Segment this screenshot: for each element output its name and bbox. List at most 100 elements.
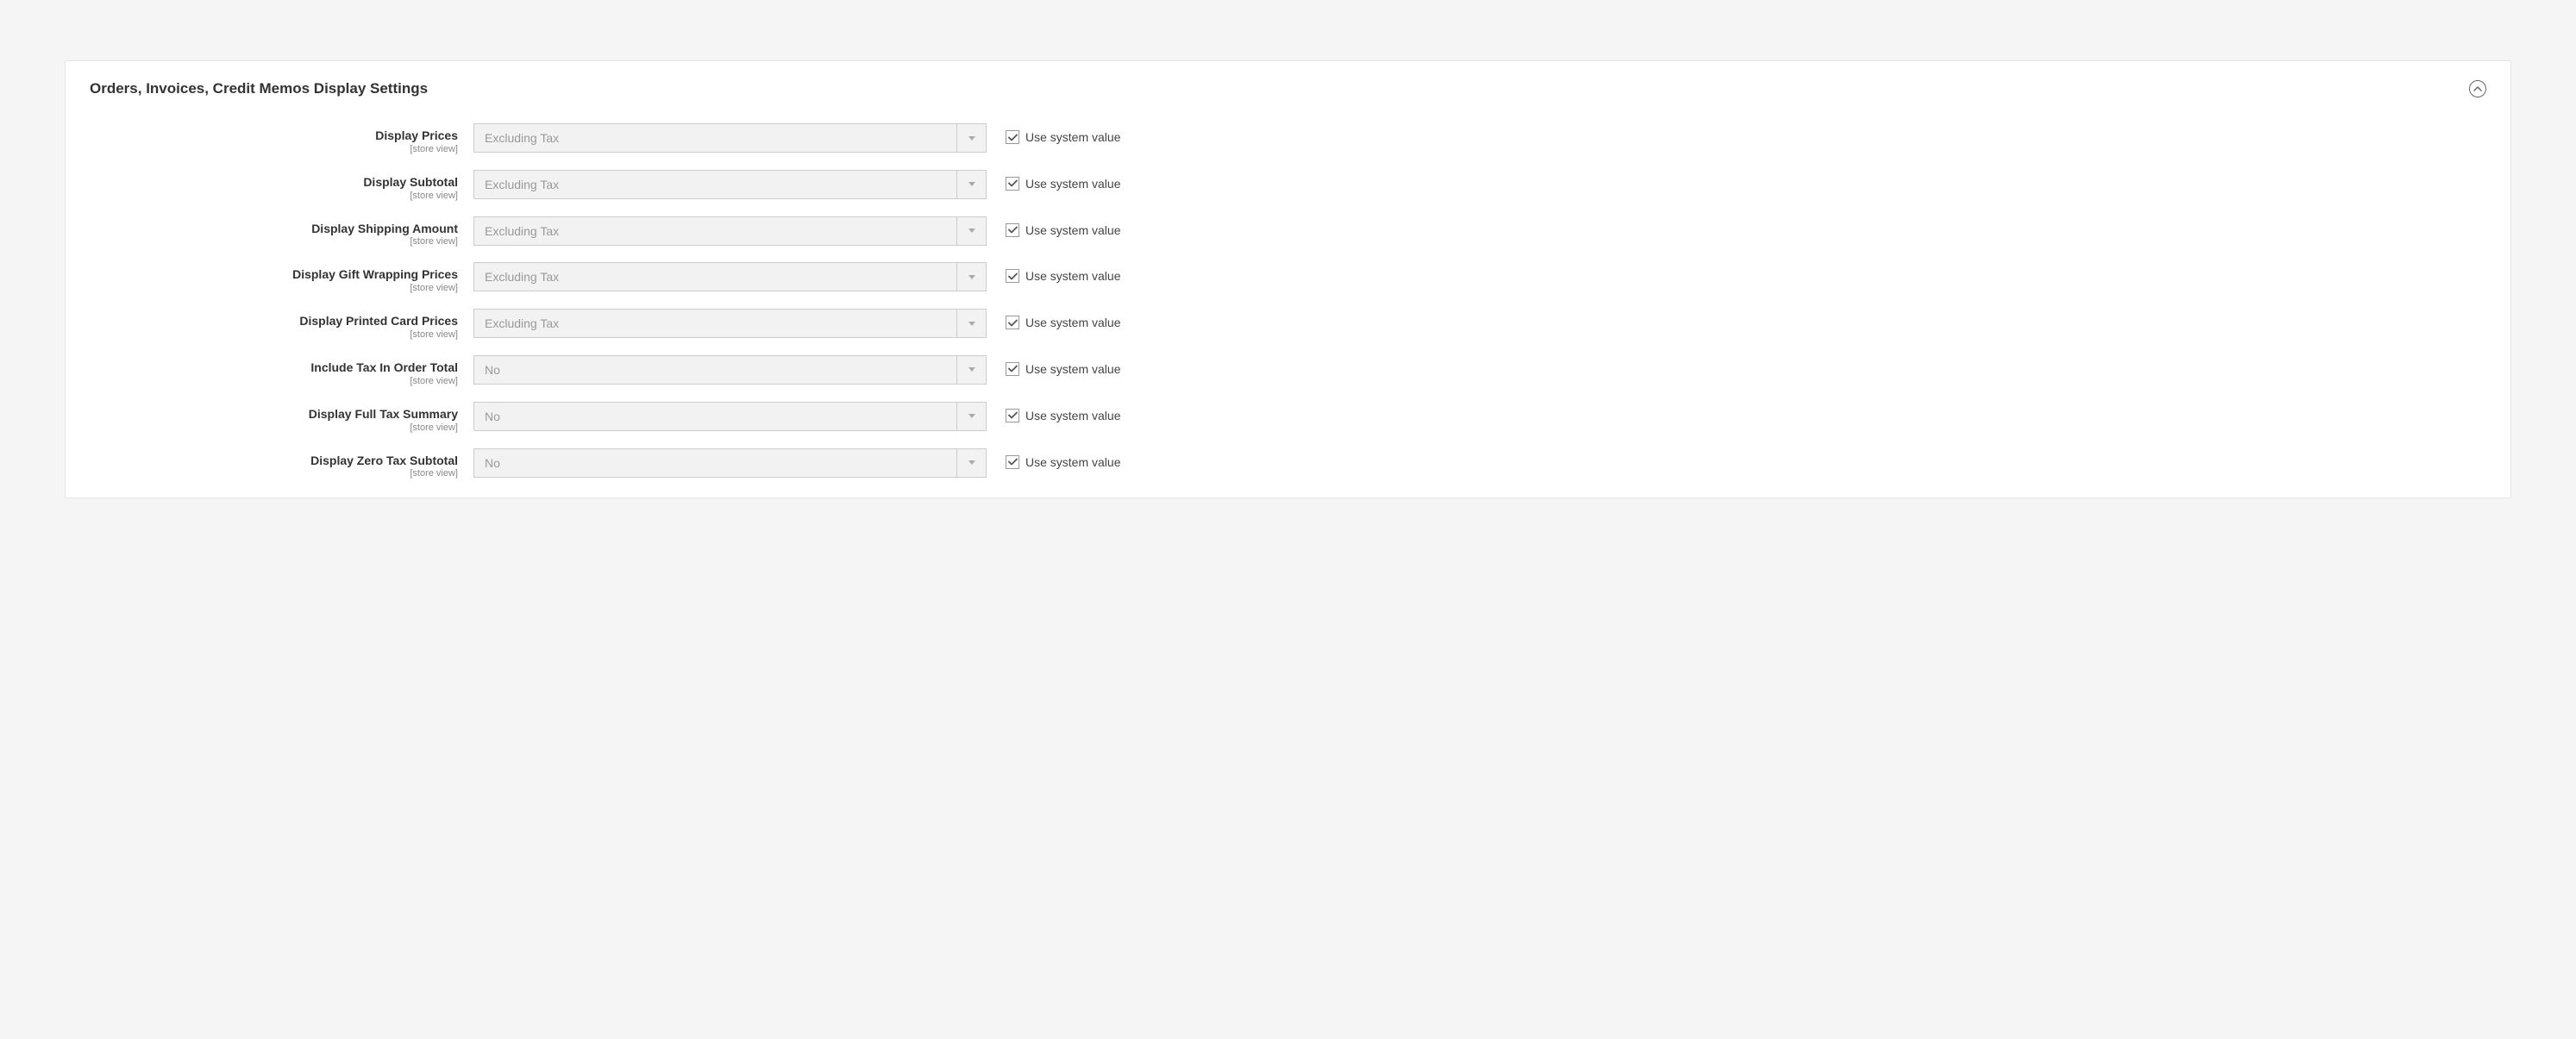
field-control-column: Excluding Tax	[473, 309, 987, 338]
check-icon	[1008, 179, 1018, 187]
select-input[interactable]: No	[473, 448, 987, 478]
use-system-value-label[interactable]: Use system value	[1025, 177, 1120, 191]
field-control-column: Excluding Tax	[473, 262, 987, 291]
use-system-value-label[interactable]: Use system value	[1025, 130, 1120, 144]
chevron-down-icon	[956, 171, 986, 198]
select-value: Excluding Tax	[474, 310, 956, 337]
field-scope-label: [store view]	[90, 191, 458, 201]
field-scope-label: [store view]	[90, 468, 458, 479]
chevron-down-icon	[956, 310, 986, 337]
use-system-value-checkbox[interactable]	[1006, 409, 1019, 422]
chevron-down-icon	[956, 403, 986, 430]
use-system-value-group: Use system value	[987, 170, 1120, 191]
field-control-column: Excluding Tax	[473, 216, 987, 246]
field-label: Display Printed Card Prices	[90, 314, 458, 329]
field-label-column: Display Full Tax Summary[store view]	[90, 402, 473, 433]
field-label: Display Subtotal	[90, 175, 458, 190]
select-input[interactable]: Excluding Tax	[473, 262, 987, 291]
use-system-value-checkbox[interactable]	[1006, 223, 1019, 237]
use-system-value-group: Use system value	[987, 216, 1120, 237]
chevron-down-icon	[956, 217, 986, 245]
select-value: No	[474, 449, 956, 477]
select-input[interactable]: No	[473, 355, 987, 385]
field-label-column: Display Shipping Amount[store view]	[90, 216, 473, 247]
collapse-toggle-button[interactable]	[2469, 80, 2486, 97]
select-value: Excluding Tax	[474, 124, 956, 152]
use-system-value-label[interactable]: Use system value	[1025, 362, 1120, 376]
chevron-down-icon	[956, 124, 986, 152]
select-input[interactable]: Excluding Tax	[473, 216, 987, 246]
use-system-value-checkbox[interactable]	[1006, 269, 1019, 283]
field-control-column: No	[473, 355, 987, 385]
field-row: Display Prices[store view]Excluding TaxU…	[90, 123, 2486, 154]
field-scope-label: [store view]	[90, 236, 458, 247]
use-system-value-checkbox[interactable]	[1006, 316, 1019, 329]
check-icon	[1008, 365, 1018, 372]
field-control-column: No	[473, 448, 987, 478]
field-scope-label: [store view]	[90, 283, 458, 293]
use-system-value-checkbox[interactable]	[1006, 177, 1019, 191]
use-system-value-group: Use system value	[987, 309, 1120, 329]
panel-title: Orders, Invoices, Credit Memos Display S…	[90, 80, 428, 97]
select-value: Excluding Tax	[474, 217, 956, 245]
field-label-column: Display Printed Card Prices[store view]	[90, 309, 473, 340]
select-input[interactable]: No	[473, 402, 987, 431]
use-system-value-checkbox[interactable]	[1006, 130, 1019, 144]
use-system-value-group: Use system value	[987, 448, 1120, 469]
select-value: No	[474, 356, 956, 384]
field-label-column: Display Subtotal[store view]	[90, 170, 473, 201]
use-system-value-group: Use system value	[987, 355, 1120, 376]
field-control-column: No	[473, 402, 987, 431]
field-label-column: Include Tax In Order Total[store view]	[90, 355, 473, 386]
chevron-down-icon	[956, 356, 986, 384]
check-icon	[1008, 226, 1018, 234]
field-row: Display Printed Card Prices[store view]E…	[90, 309, 2486, 340]
select-value: Excluding Tax	[474, 171, 956, 198]
field-scope-label: [store view]	[90, 329, 458, 340]
chevron-down-icon	[956, 263, 986, 291]
use-system-value-label[interactable]: Use system value	[1025, 223, 1120, 237]
field-control-column: Excluding Tax	[473, 123, 987, 153]
field-label: Display Prices	[90, 128, 458, 143]
select-input[interactable]: Excluding Tax	[473, 309, 987, 338]
field-row: Display Gift Wrapping Prices[store view]…	[90, 262, 2486, 293]
field-scope-label: [store view]	[90, 422, 458, 433]
check-icon	[1008, 411, 1018, 419]
chevron-up-icon	[2473, 86, 2482, 91]
field-label-column: Display Prices[store view]	[90, 123, 473, 154]
field-label-column: Display Gift Wrapping Prices[store view]	[90, 262, 473, 293]
select-value: Excluding Tax	[474, 263, 956, 291]
settings-panel: Orders, Invoices, Credit Memos Display S…	[65, 60, 2511, 498]
use-system-value-group: Use system value	[987, 402, 1120, 422]
check-icon	[1008, 319, 1018, 327]
field-label-column: Display Zero Tax Subtotal[store view]	[90, 448, 473, 479]
field-scope-label: [store view]	[90, 376, 458, 386]
use-system-value-group: Use system value	[987, 123, 1120, 144]
field-row: Display Subtotal[store view]Excluding Ta…	[90, 170, 2486, 201]
use-system-value-checkbox[interactable]	[1006, 362, 1019, 376]
field-label: Display Zero Tax Subtotal	[90, 454, 458, 468]
use-system-value-group: Use system value	[987, 262, 1120, 283]
check-icon	[1008, 134, 1018, 141]
select-value: No	[474, 403, 956, 430]
use-system-value-checkbox[interactable]	[1006, 455, 1019, 469]
use-system-value-label[interactable]: Use system value	[1025, 455, 1120, 469]
use-system-value-label[interactable]: Use system value	[1025, 269, 1120, 283]
field-control-column: Excluding Tax	[473, 170, 987, 199]
use-system-value-label[interactable]: Use system value	[1025, 316, 1120, 329]
panel-body: Display Prices[store view]Excluding TaxU…	[66, 106, 2510, 498]
chevron-down-icon	[956, 449, 986, 477]
select-input[interactable]: Excluding Tax	[473, 170, 987, 199]
field-row: Display Full Tax Summary[store view]No Us…	[90, 402, 2486, 433]
field-label: Display Shipping Amount	[90, 222, 458, 236]
field-label: Include Tax In Order Total	[90, 360, 458, 375]
check-icon	[1008, 272, 1018, 280]
check-icon	[1008, 458, 1018, 466]
field-row: Display Shipping Amount[store view]Exclu…	[90, 216, 2486, 247]
field-scope-label: [store view]	[90, 144, 458, 154]
select-input[interactable]: Excluding Tax	[473, 123, 987, 153]
field-row: Include Tax In Order Total[store view]No…	[90, 355, 2486, 386]
use-system-value-label[interactable]: Use system value	[1025, 409, 1120, 422]
field-row: Display Zero Tax Subtotal[store view]NoU…	[90, 448, 2486, 479]
field-label: Display Gift Wrapping Prices	[90, 267, 458, 282]
